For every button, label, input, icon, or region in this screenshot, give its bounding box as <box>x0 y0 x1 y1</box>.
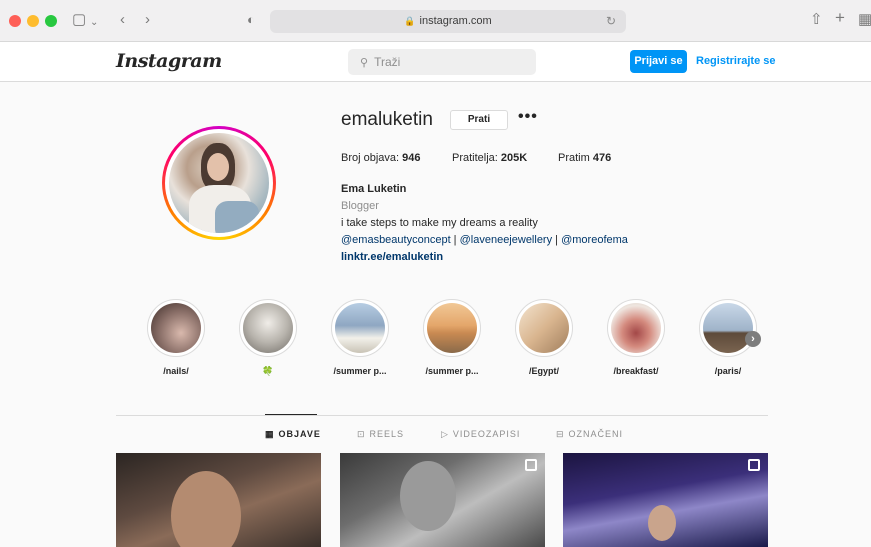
tab-videos[interactable]: ▷ VIDEOZAPISI <box>441 429 520 440</box>
posts-count: Broj objava: 946 <box>341 152 421 164</box>
avatar-image <box>169 133 269 233</box>
highlight-summer-1[interactable]: /summer p... <box>325 299 395 376</box>
highlight-label: /nails/ <box>163 366 189 376</box>
tab-reels[interactable]: ⊡ REELS <box>357 429 404 440</box>
back-icon[interactable]: ‹ <box>120 11 125 29</box>
following-count[interactable]: Pratim 476 <box>558 152 611 164</box>
follow-button[interactable]: Prati <box>450 110 508 130</box>
post-thumbnail[interactable] <box>116 453 321 547</box>
highlight-image <box>151 303 201 353</box>
highlight-image <box>519 303 569 353</box>
forward-icon[interactable]: › <box>145 11 150 29</box>
privacy-shield-icon[interactable]: ◐ <box>247 11 255 29</box>
address-bar-url: instagram.com <box>419 15 492 27</box>
tab-overview-icon[interactable]: ▦ <box>858 11 871 29</box>
highlight-label: /summer p... <box>425 366 479 376</box>
post-image <box>648 505 676 541</box>
tabs-divider <box>116 415 768 416</box>
lock-icon: 🔒 <box>404 16 416 26</box>
signup-link[interactable]: Registrirajte se <box>696 50 775 73</box>
play-icon: ▷ <box>441 429 449 439</box>
highlights-next-icon[interactable]: › <box>745 331 761 347</box>
reels-icon: ⊡ <box>357 429 366 439</box>
profile-full-name: Ema Luketin <box>341 183 407 195</box>
instagram-header: Instagram ⚲ Traži Prijavi se Registrirajt… <box>0 42 871 82</box>
highlight-label: 🍀 <box>262 366 274 376</box>
tab-tagged[interactable]: ⊟ OZNAČENI <box>556 429 623 440</box>
tab-posts[interactable]: ▦ OBJAVE <box>265 429 321 440</box>
post-thumbnail[interactable] <box>340 453 545 547</box>
followers-count[interactable]: Pratitelja: 205K <box>452 152 527 164</box>
tagged-icon: ⊟ <box>556 429 565 439</box>
highlight-image <box>427 303 477 353</box>
active-tab-indicator <box>265 414 317 415</box>
highlight-egypt[interactable]: /Egypt/ <box>509 299 579 376</box>
profile-mentions: @emasbeautyconcept | @laveneejewellery |… <box>341 234 628 246</box>
highlight-nails[interactable]: /nails/ <box>141 299 211 376</box>
highlight-image <box>243 303 293 353</box>
grid-icon: ▦ <box>265 429 275 439</box>
highlight-label: /summer p... <box>333 366 387 376</box>
share-icon[interactable]: ⇧ <box>810 11 823 29</box>
highlight-label: /Egypt/ <box>528 366 559 376</box>
chevron-down-icon[interactable]: ⌄ <box>90 14 98 32</box>
browser-toolbar: ▢ ⌄ ‹ › ◐ 🔒 instagram.com ↻ ⇧ + ▦ <box>0 0 871 42</box>
profile-bio: i take steps to make my dreams a reality <box>341 217 538 229</box>
profile-avatar[interactable] <box>162 126 276 240</box>
highlight-image <box>703 303 753 353</box>
mention-link[interactable]: @moreofema <box>561 234 628 246</box>
address-bar[interactable]: 🔒 instagram.com ↻ <box>270 10 626 33</box>
profile-username: emaluketin <box>341 109 433 130</box>
more-options-button[interactable]: ••• <box>518 108 538 126</box>
profile-website-link[interactable]: linktr.ee/emaluketin <box>341 251 443 263</box>
post-image <box>400 461 456 531</box>
search-input[interactable]: ⚲ Traži <box>348 49 536 75</box>
highlight-label: /paris/ <box>714 366 742 376</box>
profile-category: Blogger <box>341 200 379 212</box>
search-placeholder: Traži <box>374 55 401 69</box>
mention-link[interactable]: @laveneejewellery <box>460 234 553 246</box>
post-image <box>171 471 241 547</box>
reload-icon[interactable]: ↻ <box>606 10 616 33</box>
carousel-icon <box>525 459 537 471</box>
highlight-summer-2[interactable]: /summer p... <box>417 299 487 376</box>
new-tab-icon[interactable]: + <box>835 9 845 27</box>
close-window-button[interactable] <box>9 15 21 27</box>
sidebar-icon[interactable]: ▢ <box>72 11 86 29</box>
highlight-clover[interactable]: 🍀 <box>233 299 303 377</box>
zoom-window-button[interactable] <box>45 15 57 27</box>
login-button[interactable]: Prijavi se <box>630 50 687 73</box>
highlight-image <box>335 303 385 353</box>
highlight-image <box>611 303 661 353</box>
mention-link[interactable]: @emasbeautyconcept <box>341 234 451 246</box>
instagram-logo[interactable]: Instagram <box>116 50 222 72</box>
search-icon: ⚲ <box>360 57 369 69</box>
minimize-window-button[interactable] <box>27 15 39 27</box>
carousel-icon <box>748 459 760 471</box>
highlight-label: /breakfast/ <box>613 366 659 376</box>
highlight-breakfast[interactable]: /breakfast/ <box>601 299 671 376</box>
post-thumbnail[interactable] <box>563 453 768 547</box>
